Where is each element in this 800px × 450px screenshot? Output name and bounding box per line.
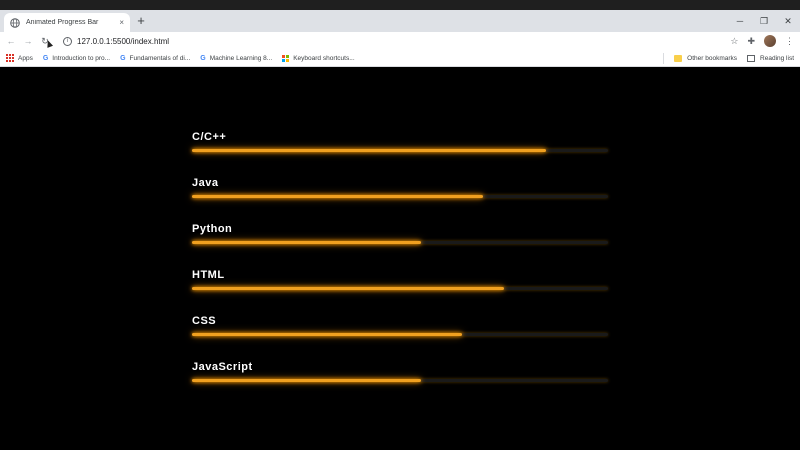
globe-icon	[10, 17, 20, 28]
star-icon[interactable]: ☆	[730, 36, 738, 47]
apps-grid-icon	[6, 54, 14, 62]
bookmark-intro[interactable]: G Introduction to pro...	[43, 55, 110, 62]
menu-kebab-icon[interactable]: ⋮	[785, 36, 794, 47]
skill-c-cpp: C/C++	[192, 131, 608, 152]
skill-label: JavaScript	[192, 361, 253, 373]
info-icon[interactable]: i	[63, 36, 72, 46]
skill-label: C/C++	[192, 131, 227, 143]
window-controls: ─ ❐ ✕	[728, 10, 800, 32]
other-bookmarks-label: Other bookmarks	[687, 54, 738, 62]
progress-track	[192, 149, 608, 152]
progress-track	[192, 287, 608, 290]
forward-arrow-icon[interactable]: →	[21, 34, 35, 48]
bookmark-machine-learning[interactable]: G Machine Learning 8...	[200, 55, 272, 62]
skill-label: CSS	[192, 315, 217, 327]
progress-track	[192, 195, 608, 198]
browser-toolbar: ← → ↻ i 127.0.0.1:5500/index.html ☆ ✚ ⋮	[0, 32, 800, 50]
extensions-puzzle-icon[interactable]: ✚	[747, 36, 755, 47]
avatar[interactable]	[764, 35, 776, 47]
tab-strip: Animated Progress Bar × + ─ ❐ ✕	[0, 10, 800, 32]
reading-list-icon	[747, 54, 756, 62]
bookmark-label: Fundamentals of di...	[129, 54, 191, 62]
bookmarks-bar: Apps G Introduction to pro... G Fundamen…	[0, 50, 800, 67]
tab-title: Animated Progress Bar	[26, 19, 99, 26]
bookmark-label: Machine Learning 8...	[209, 54, 273, 62]
skill-css: CSS	[192, 315, 608, 336]
folder-icon	[674, 54, 683, 62]
tab-close-icon[interactable]: ×	[119, 18, 124, 27]
close-window-icon[interactable]: ✕	[776, 10, 800, 32]
other-bookmarks[interactable]: Other bookmarks	[674, 54, 738, 62]
skill-java: Java	[192, 177, 608, 198]
bookmark-fundamentals[interactable]: G Fundamentals of di...	[120, 55, 190, 62]
progress-fill	[192, 333, 463, 336]
bookmark-label: Introduction to pro...	[52, 54, 111, 62]
page-content: C/C++ Java Python HTML CSS JavaScript	[0, 68, 800, 450]
progress-fill	[192, 379, 421, 382]
microsoft-icon	[282, 54, 290, 62]
reading-list-label: Reading list	[760, 54, 794, 62]
progress-fill	[192, 241, 421, 244]
restore-icon[interactable]: ❐	[752, 10, 776, 32]
google-icon: G	[42, 54, 49, 62]
skill-html: HTML	[192, 269, 608, 290]
reading-list[interactable]: Reading list	[747, 54, 794, 62]
bookmark-label: Keyboard shortcuts...	[293, 54, 355, 62]
google-icon: G	[120, 54, 126, 62]
bookmark-keyboard-shortcuts[interactable]: Keyboard shortcuts...	[282, 54, 355, 62]
new-tab-button[interactable]: +	[134, 13, 148, 29]
skill-label: Python	[192, 223, 233, 235]
progress-track	[192, 333, 608, 336]
progress-track	[192, 241, 608, 244]
skill-javascript: JavaScript	[192, 361, 608, 382]
skill-python: Python	[192, 223, 608, 244]
minimize-icon[interactable]: ─	[728, 10, 752, 32]
divider	[663, 52, 665, 64]
google-icon: G	[200, 54, 206, 62]
skill-label: HTML	[192, 269, 225, 281]
window-top-edge	[0, 0, 800, 10]
progress-fill	[192, 149, 546, 152]
bookmark-apps[interactable]: Apps	[6, 54, 33, 62]
address-bar[interactable]: i 127.0.0.1:5500/index.html	[63, 36, 169, 46]
tab-animated-progress-bar[interactable]: Animated Progress Bar ×	[4, 13, 130, 32]
url-text[interactable]: 127.0.0.1:5500/index.html	[77, 37, 169, 46]
back-arrow-icon[interactable]: ←	[4, 34, 18, 48]
bookmark-label: Apps	[18, 54, 33, 62]
progress-fill	[192, 287, 504, 290]
skill-label: Java	[192, 177, 219, 189]
progress-fill	[192, 195, 484, 198]
progress-track	[192, 379, 608, 382]
